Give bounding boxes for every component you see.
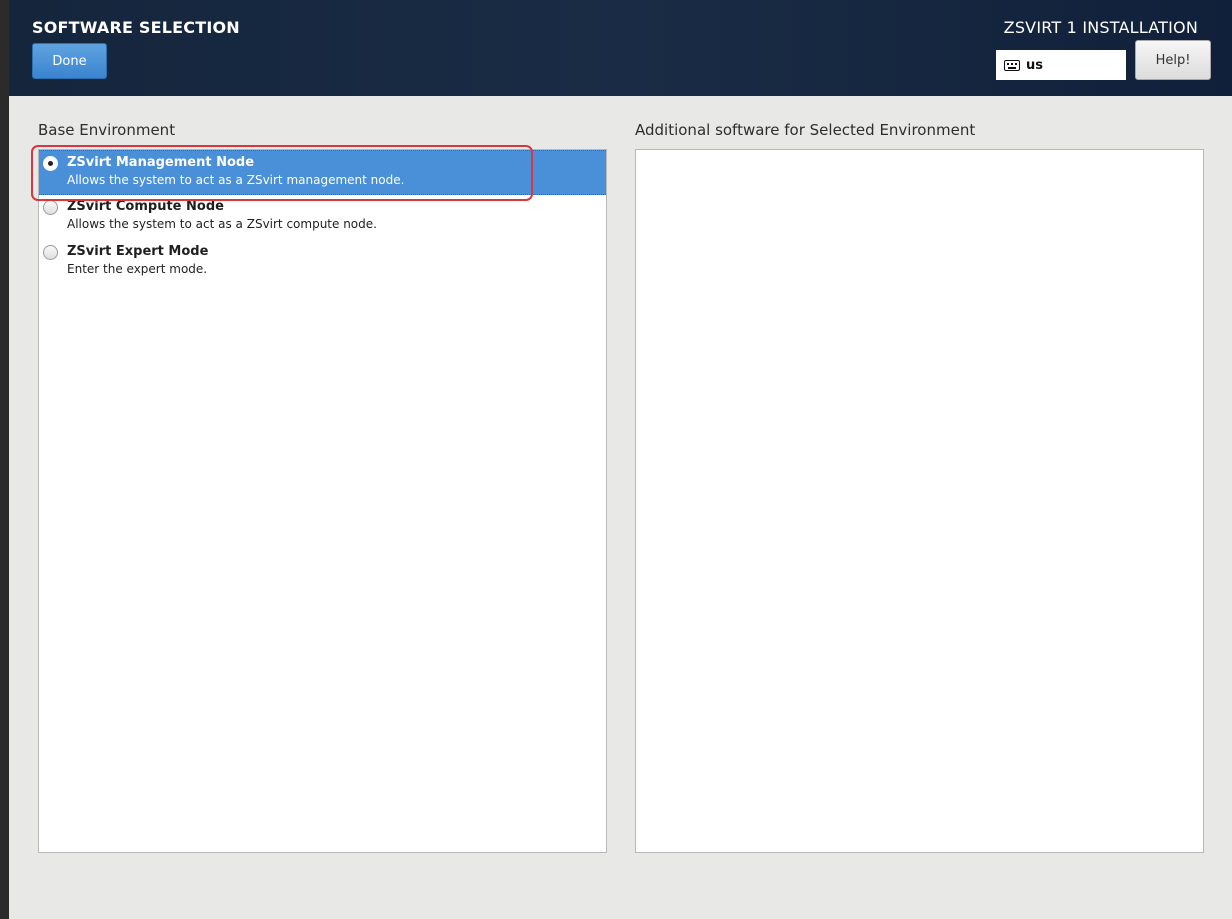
help-button[interactable]: Help!	[1135, 40, 1211, 80]
keyboard-layout-indicator[interactable]: us	[996, 50, 1126, 80]
main-content: Base Environment Additional software for…	[9, 96, 1232, 919]
radio-button[interactable]	[43, 245, 58, 260]
radio-button-checked[interactable]	[43, 156, 58, 171]
env-item-management-node[interactable]: ZSvirt Management Node Allows the system…	[39, 150, 606, 195]
keyboard-layout-label: us	[1026, 57, 1043, 73]
env-item-compute-node[interactable]: ZSvirt Compute Node Allows the system to…	[39, 195, 606, 240]
keyboard-icon	[1004, 59, 1020, 71]
additional-software-label: Additional software for Selected Environ…	[635, 121, 976, 139]
base-environment-label: Base Environment	[38, 121, 176, 139]
env-item-description: Enter the expert mode.	[67, 262, 208, 276]
window-edge	[0, 0, 9, 919]
installation-title: ZSVIRT 1 INSTALLATION	[1003, 18, 1198, 37]
page-title: SOFTWARE SELECTION	[32, 18, 240, 37]
env-item-name: ZSvirt Expert Mode	[67, 244, 209, 259]
env-item-description: Allows the system to act as a ZSvirt man…	[67, 173, 405, 187]
env-item-name: ZSvirt Management Node	[67, 155, 255, 170]
env-item-description: Allows the system to act as a ZSvirt com…	[67, 217, 377, 231]
radio-button[interactable]	[43, 200, 58, 215]
additional-software-list	[635, 149, 1204, 853]
done-button[interactable]: Done	[32, 43, 107, 79]
env-item-name: ZSvirt Compute Node	[67, 199, 224, 214]
base-environment-list: ZSvirt Management Node Allows the system…	[38, 149, 607, 853]
header-bar: SOFTWARE SELECTION Done ZSVIRT 1 INSTALL…	[9, 0, 1232, 96]
env-item-expert-mode[interactable]: ZSvirt Expert Mode Enter the expert mode…	[39, 240, 606, 285]
